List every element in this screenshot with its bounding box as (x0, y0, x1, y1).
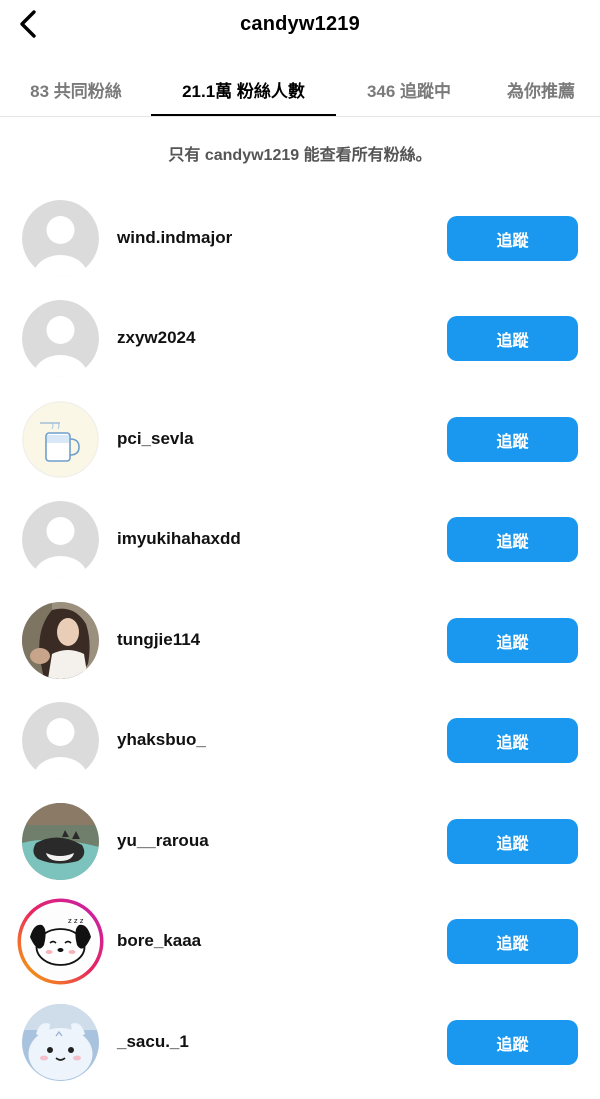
followers-visibility-notice: 只有 candyw1219 能查看所有粉絲。 (168, 147, 432, 164)
avatar[interactable] (22, 300, 99, 377)
follow-button[interactable]: 追蹤 (447, 718, 578, 763)
tab-mutual-followers[interactable]: 83 共同粉絲 (14, 62, 138, 116)
username[interactable]: tungjie114 (117, 590, 200, 690)
avatar[interactable] (22, 1004, 99, 1081)
follow-button[interactable]: 追蹤 (447, 618, 578, 663)
list-item[interactable]: wind.indmajor 追蹤 (0, 188, 600, 288)
default-avatar-icon (22, 300, 99, 377)
default-avatar-icon (22, 702, 99, 779)
tab-followers[interactable]: 21.1萬 粉絲人數 (151, 62, 336, 116)
header: candyw1219 (0, 0, 600, 56)
list-item[interactable]: _sacu._1 追蹤 (0, 992, 600, 1092)
avatar[interactable] (22, 200, 99, 277)
page-title: candyw1219 (240, 13, 360, 35)
tab-bar: 83 共同粉絲 21.1萬 粉絲人數 346 追蹤中 為你推薦 (0, 62, 600, 117)
coffee-mug-drawing (22, 401, 99, 478)
follow-button[interactable]: 追蹤 (447, 216, 578, 261)
avatar[interactable] (22, 401, 99, 478)
default-avatar-icon (22, 501, 99, 578)
follow-button[interactable]: 追蹤 (447, 819, 578, 864)
list-item[interactable]: pci_sevla 追蹤 (0, 389, 600, 489)
follow-button[interactable]: 追蹤 (447, 517, 578, 562)
list-item[interactable]: yu__raroua 追蹤 (0, 791, 600, 891)
list-item[interactable]: imyukihahaxdd 追蹤 (0, 489, 600, 589)
username[interactable]: bore_kaaa (117, 891, 201, 991)
username[interactable]: pci_sevla (117, 389, 194, 489)
list-item[interactable]: z z z bore_kaaa 追蹤 (0, 891, 600, 991)
list-item[interactable]: zxyw2024 追蹤 (0, 288, 600, 388)
follow-button[interactable]: 追蹤 (447, 1020, 578, 1065)
default-avatar-icon (22, 200, 99, 277)
follow-button[interactable]: 追蹤 (447, 919, 578, 964)
person-photo (22, 602, 99, 679)
username[interactable]: yu__raroua (117, 791, 209, 891)
username[interactable]: zxyw2024 (117, 288, 195, 388)
list-item[interactable]: tungjie114 追蹤 (0, 590, 600, 690)
tab-suggested[interactable]: 為你推薦 (496, 62, 586, 116)
username[interactable]: _sacu._1 (117, 992, 189, 1092)
follow-button[interactable]: 追蹤 (447, 316, 578, 361)
cartoon-hamster (22, 1004, 99, 1081)
avatar[interactable] (22, 602, 99, 679)
cartoon-dog-with-story-ring: z z z (17, 898, 104, 985)
tab-following[interactable]: 346 追蹤中 (350, 62, 468, 116)
avatar[interactable] (22, 803, 99, 880)
username[interactable]: wind.indmajor (117, 188, 232, 288)
avatar[interactable] (22, 702, 99, 779)
svg-text:z z z: z z z (68, 917, 84, 925)
avatar[interactable]: z z z (16, 897, 105, 986)
sleeping-cat-photo (22, 803, 99, 880)
list-item[interactable]: yhaksbuo_ 追蹤 (0, 690, 600, 790)
active-tab-indicator (151, 114, 336, 116)
username[interactable]: yhaksbuo_ (117, 690, 206, 790)
follow-button[interactable]: 追蹤 (447, 417, 578, 462)
username[interactable]: imyukihahaxdd (117, 489, 241, 589)
avatar[interactable] (22, 501, 99, 578)
followers-screen: candyw1219 83 共同粉絲 21.1萬 粉絲人數 346 追蹤中 為你… (0, 0, 600, 1099)
